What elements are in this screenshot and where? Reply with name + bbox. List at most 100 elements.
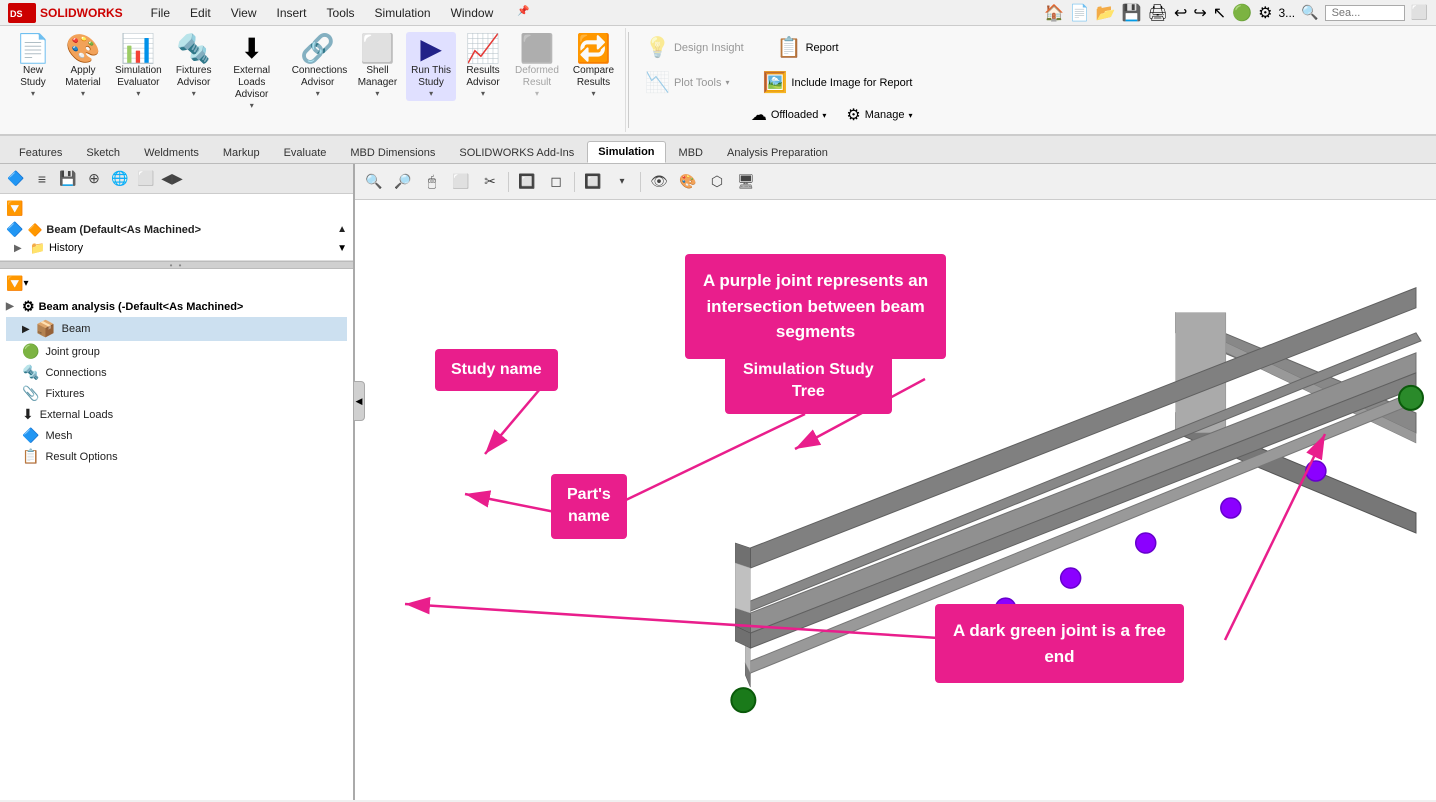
panel-resize-handle[interactable]: • •	[0, 261, 353, 269]
shell-manager-dropdown[interactable]: ▾	[375, 89, 379, 98]
view-scene-icon[interactable]: ⬡	[704, 169, 730, 195]
new-study-button[interactable]: 📄 NewStudy ▾	[10, 32, 56, 101]
feature-tree-header[interactable]: 🔷 🔶 Beam (Default<As Machined> ▲	[6, 219, 347, 240]
study-tree-header[interactable]: ▶ ⚙ Beam analysis (-Default<As Machined>	[6, 296, 347, 317]
menu-print-icon[interactable]: 🖨	[1148, 3, 1168, 23]
menu-open-icon[interactable]: 📂	[1096, 3, 1116, 23]
menu-pin-icon[interactable]: 📌	[513, 4, 533, 22]
tab-mbd-dimensions[interactable]: MBD Dimensions	[339, 142, 446, 163]
compare-results-button[interactable]: 🔁 CompareResults ▾	[568, 32, 619, 101]
run-study-dropdown[interactable]: ▾	[429, 89, 433, 98]
ext-loads-button[interactable]: ⬇ ExternalLoads Advisor ▾	[221, 32, 283, 113]
offloaded-button[interactable]: ☁ Offloaded ▾	[745, 103, 833, 127]
results-advisor-button[interactable]: 📈 ResultsAdvisor ▾	[460, 32, 506, 101]
view-box-icon[interactable]: ⬜	[448, 169, 474, 195]
tab-weldments[interactable]: Weldments	[133, 142, 210, 163]
menu-window[interactable]: Window	[447, 4, 498, 22]
view-dropdown-icon[interactable]: ▾	[609, 169, 635, 195]
menu-save-icon[interactable]: 💾	[1122, 3, 1142, 23]
study-item-connections[interactable]: 🔩 Connections	[6, 362, 347, 383]
viewport[interactable]: 🔍 🔎 🖱 ⬜ ✂ 🔲 ◻ 🔲 ▾ 👁 🎨 ⬡ 🖥	[355, 164, 1436, 800]
deformed-result-dropdown[interactable]: ▾	[535, 89, 539, 98]
apply-material-dropdown[interactable]: ▾	[81, 89, 85, 98]
apply-material-button[interactable]: 🎨 ApplyMaterial ▾	[60, 32, 106, 101]
tab-simulation[interactable]: Simulation	[587, 141, 665, 163]
study-item-joint-group[interactable]: 🟢 Joint group	[6, 341, 347, 362]
study-item-beam[interactable]: ▶ 📦 Beam	[6, 317, 347, 341]
menu-new-icon[interactable]: 📄	[1070, 3, 1090, 23]
tab-markup[interactable]: Markup	[212, 142, 271, 163]
left-toolbar-list-btn[interactable]: ≡	[30, 167, 54, 191]
menu-tools[interactable]: Tools	[323, 4, 359, 22]
left-toolbar-target-btn[interactable]: ⊕	[82, 167, 106, 191]
sim-evaluator-button[interactable]: 📊 SimulationEvaluator ▾	[110, 32, 167, 101]
sim-evaluator-dropdown[interactable]: ▾	[136, 89, 140, 98]
tab-analysis-prep[interactable]: Analysis Preparation	[716, 142, 839, 163]
menu-edit[interactable]: Edit	[186, 4, 215, 22]
tab-solidworks-addins[interactable]: SOLIDWORKS Add-Ins	[448, 142, 585, 163]
menu-cursor-icon[interactable]: ↖	[1213, 3, 1226, 23]
tab-mbd[interactable]: MBD	[668, 142, 714, 163]
view-cube-icon[interactable]: 🔲	[514, 169, 540, 195]
study-item-mesh[interactable]: 🔷 Mesh	[6, 425, 347, 446]
view-display-icon[interactable]: 🎨	[675, 169, 701, 195]
view-cut-icon[interactable]: ✂	[477, 169, 503, 195]
view-cube2-icon[interactable]: ◻	[543, 169, 569, 195]
connections-advisor-button[interactable]: 🔗 ConnectionsAdvisor ▾	[287, 32, 349, 101]
tab-sketch[interactable]: Sketch	[75, 142, 131, 163]
offloaded-dropdown[interactable]: ▾	[822, 111, 826, 120]
deformed-result-button[interactable]: ⬛ DeformedResult ▾	[510, 32, 564, 101]
study-filter-icon[interactable]: 🔽	[6, 275, 23, 292]
left-toolbar-shape-btn[interactable]: 🔷	[4, 167, 28, 191]
view-screen-icon[interactable]: 🖥	[733, 169, 759, 195]
tab-evaluate[interactable]: Evaluate	[273, 142, 338, 163]
menu-undo-icon[interactable]: ↩	[1174, 3, 1187, 23]
study-item-fixtures[interactable]: 📎 Fixtures	[6, 383, 347, 404]
menu-more-icon[interactable]: 3...	[1278, 6, 1295, 20]
panel-collapse-handle[interactable]: ◀	[353, 381, 365, 421]
history-dropdown[interactable]: ▼	[337, 243, 347, 254]
compare-results-dropdown[interactable]: ▾	[591, 89, 595, 98]
report-button[interactable]: 📋 Report	[771, 33, 845, 62]
filter-icon[interactable]: 🔽	[6, 200, 23, 217]
left-toolbar-arrow-btn[interactable]: ◀▶	[160, 167, 184, 191]
menu-redo-icon[interactable]: ↪	[1193, 3, 1206, 23]
search-input[interactable]	[1325, 5, 1405, 21]
part-expand-up[interactable]: ▲	[337, 224, 347, 235]
study-item-result-options[interactable]: 📋 Result Options	[6, 446, 347, 467]
fixtures-advisor-button[interactable]: 🔩 FixturesAdvisor ▾	[171, 32, 217, 101]
menu-simulation[interactable]: Simulation	[371, 4, 435, 22]
view-visibility-icon[interactable]: 👁	[646, 169, 672, 195]
manage-dropdown[interactable]: ▾	[908, 111, 912, 120]
new-study-dropdown[interactable]: ▾	[31, 89, 35, 98]
history-item[interactable]: ▶ 📁 History ▼	[6, 240, 347, 256]
results-advisor-dropdown[interactable]: ▾	[481, 89, 485, 98]
plot-tools-button[interactable]: 📉 Plot Tools ▾	[639, 68, 735, 97]
study-filter-dropdown[interactable]: ▾	[23, 278, 28, 289]
shell-manager-button[interactable]: ⬜ ShellManager ▾	[353, 32, 402, 101]
left-toolbar-grid-btn[interactable]: ⬜	[134, 167, 158, 191]
menu-view[interactable]: View	[227, 4, 261, 22]
study-item-external-loads[interactable]: ⬇ External Loads	[6, 404, 347, 425]
manage-button[interactable]: ⚙ Manage ▾	[840, 103, 918, 127]
menu-file[interactable]: File	[147, 4, 174, 22]
menu-green-circle-icon[interactable]: 🟢	[1232, 3, 1252, 23]
view-search-icon[interactable]: 🔍	[361, 169, 387, 195]
menu-insert[interactable]: Insert	[273, 4, 311, 22]
tab-features[interactable]: Features	[8, 142, 73, 163]
plot-tools-dropdown[interactable]: ▾	[725, 78, 729, 87]
left-toolbar-save-btn[interactable]: 💾	[56, 167, 80, 191]
design-insight-button[interactable]: 💡 Design Insight	[639, 33, 750, 62]
ext-loads-dropdown[interactable]: ▾	[250, 101, 254, 110]
menu-window-icon[interactable]: ⬜	[1411, 4, 1428, 21]
view-rotate-icon[interactable]: 🖱	[419, 169, 445, 195]
run-study-button[interactable]: ▶ Run ThisStudy ▾	[406, 32, 456, 101]
fixtures-advisor-dropdown[interactable]: ▾	[192, 89, 196, 98]
left-toolbar-globe-btn[interactable]: 🌐	[108, 167, 132, 191]
menu-gear-icon[interactable]: ⚙	[1258, 3, 1272, 23]
view-zoom-icon[interactable]: 🔎	[390, 169, 416, 195]
include-image-button[interactable]: 🖼️ Include Image for Report	[756, 68, 918, 97]
menu-home-icon[interactable]: 🏠	[1044, 3, 1064, 23]
connections-dropdown[interactable]: ▾	[316, 89, 320, 98]
view-orientation-icon[interactable]: 🔲	[580, 169, 606, 195]
